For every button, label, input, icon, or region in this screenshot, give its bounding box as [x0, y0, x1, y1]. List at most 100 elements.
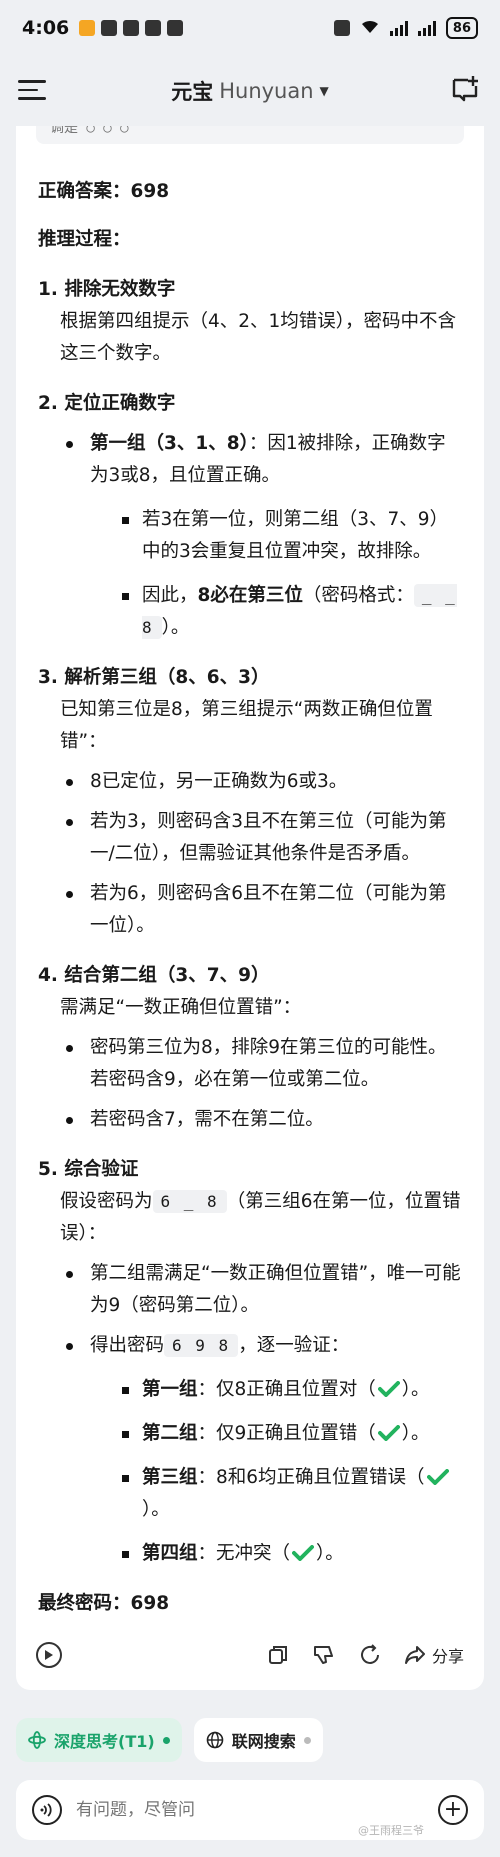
bullet-text: （密码格式：	[302, 585, 414, 606]
web-search-toggle[interactable]: 联网搜索	[193, 1718, 323, 1762]
app-title: 元宝	[171, 80, 214, 104]
app-notification-icon	[79, 20, 96, 36]
check-icon	[292, 1545, 315, 1561]
menu-icon[interactable]	[18, 80, 46, 100]
final-label: 最终密码：	[38, 1593, 131, 1614]
bullet-text: ：无冲突（	[197, 1543, 291, 1564]
inline-code: 6 9 8	[164, 1334, 239, 1357]
bullet-text: ）。	[401, 1423, 430, 1444]
new-chat-icon[interactable]	[450, 74, 480, 104]
bullet-text: ：8和6均正确且位置错误（	[197, 1467, 425, 1488]
step-5: 5. 综合验证 假设密码为 6 _ 8 （第三组6在第一位，位置错误）： 第二组需满…	[38, 1154, 464, 1570]
process-heading: 推理过程：	[38, 229, 131, 250]
message-input[interactable]	[76, 1800, 424, 1820]
thumbs-down-icon[interactable]	[312, 1643, 336, 1667]
step-body: 假设密码为 6 _ 8 （第三组6在第一位，位置错误）：	[38, 1186, 464, 1250]
list-item: 第一组（3、1、8）：因1被排除，正确数字为3或8，且位置正确。 若3在第一位，…	[60, 428, 464, 644]
bullet-list: 第一组（3、1、8）：因1被排除，正确数字为3或8，且位置正确。 若3在第一位，…	[38, 428, 464, 644]
bullet-tag: 第四组	[142, 1543, 198, 1564]
final-answer-line: 最终密码：698	[38, 1588, 464, 1620]
step-body: 需满足“一数正确但位置错”：	[60, 997, 302, 1018]
watermark: @王雨程三爷	[358, 1824, 424, 1837]
atom-icon	[28, 1731, 46, 1749]
play-audio-icon[interactable]	[36, 1642, 62, 1668]
code-block-tail: 调是 ○ ○ ○	[36, 126, 464, 144]
bullet-tag: 第二组	[142, 1423, 198, 1444]
step-text: 假设密码为	[60, 1191, 153, 1212]
step-body: 已知第三位是8，第三组提示“两数正确但位置错”：	[60, 699, 433, 752]
signal-icon-2	[417, 20, 436, 36]
copy-icon[interactable]	[266, 1643, 290, 1667]
mode-chips: 深度思考(T1) 联网搜索	[16, 1718, 323, 1762]
step-3: 3. 解析第三组（8、6、3） 已知第三位是8，第三组提示“两数正确但位置错”：…	[38, 662, 464, 942]
voice-input-icon[interactable]	[32, 1795, 62, 1825]
sub-bullet-list: 第一组：仅8正确且位置对（ ）。 第二组：仅9正确且位置错（ ）。 第三组：8和6均…	[90, 1374, 464, 1570]
vibrate-icon	[333, 20, 350, 36]
action-icons: 分享	[266, 1643, 464, 1667]
list-item: 若密码含7，需不在第二位。	[60, 1104, 464, 1136]
share-button[interactable]: 分享	[404, 1643, 464, 1667]
web-search-label: 联网搜索	[231, 1732, 296, 1751]
model-name: Hunyuan	[219, 79, 314, 103]
message-actions: 分享	[16, 1620, 484, 1690]
list-item: 若3在第一位，则第二组（3、7、9）中的3会重复且位置冲突，故排除。	[120, 504, 464, 568]
list-item: 密码第三位为8，排除9在第三位的可能性。若密码含9，必在第一位或第二位。	[60, 1032, 464, 1096]
notification-icons	[79, 20, 184, 36]
bluetooth-icon	[145, 20, 162, 36]
status-bar: 4:06 86	[0, 0, 500, 56]
sub-bullet-list: 若3在第一位，则第二组（3、7、9）中的3会重复且位置冲突，故排除。 因此，8必…	[90, 504, 464, 644]
bullet-list: 8已定位，另一正确数为6或3。 若为3，则密码含3且不在第三位（可能为第一/二位…	[38, 766, 464, 942]
signal-icon	[389, 20, 408, 36]
bullet-text: ）。	[316, 1543, 344, 1564]
step-title: 4. 结合第二组（3、7、9）	[38, 965, 270, 986]
bullet-text: ）。	[142, 1499, 170, 1520]
step-title: 5. 综合验证	[38, 1159, 139, 1180]
answer-value: 698	[130, 181, 170, 202]
bullet-text: 因此，	[142, 585, 198, 606]
check-icon	[426, 1469, 449, 1485]
step-title: 1. 排除无效数字	[38, 279, 176, 300]
step-2: 2. 定位正确数字 第一组（3、1、8）：因1被排除，正确数字为3或8，且位置正…	[38, 388, 464, 644]
status-right: 86	[333, 17, 478, 39]
final-value: 698	[130, 1593, 170, 1614]
bullet-tag: 8必在第三位	[197, 585, 303, 606]
regenerate-icon[interactable]	[358, 1643, 382, 1667]
nfc-icon	[123, 20, 140, 36]
list-item: 第三组：8和6均正确且位置错误（ ）。	[120, 1462, 464, 1526]
share-icon	[404, 1646, 425, 1664]
face-icon	[101, 20, 118, 36]
bullet-text: ）。	[161, 617, 190, 638]
list-item: 第四组：无冲突（ ）。	[120, 1538, 464, 1570]
add-attachment-icon[interactable]: +	[438, 1795, 468, 1825]
step-4: 4. 结合第二组（3、7、9） 需满足“一数正确但位置错”： 密码第三位为8，排…	[38, 960, 464, 1136]
list-item: 第一组：仅8正确且位置对（ ）。	[120, 1374, 464, 1406]
battery-indicator: 86	[445, 17, 478, 39]
deep-think-label: 深度思考(T1)	[54, 1732, 155, 1751]
bullet-text: ，逐一验证：	[238, 1335, 350, 1356]
bullet-list: 密码第三位为8，排除9在第三位的可能性。若密码含9，必在第一位或第二位。 若密码…	[38, 1032, 464, 1136]
correct-answer-line: 正确答案：698	[38, 176, 464, 208]
location-icon	[167, 20, 184, 36]
status-time: 4:06	[22, 17, 70, 39]
list-item: 因此，8必在第三位（密码格式： _ _ 8）。	[120, 580, 464, 644]
top-nav: 元宝 Hunyuan ▼	[0, 56, 500, 126]
list-item: 8已定位，另一正确数为6或3。	[60, 766, 464, 798]
globe-icon	[206, 1731, 223, 1749]
list-item: 若为6，则密码含6且不在第二位（可能为第一位）。	[60, 878, 464, 942]
bullet-text: ：仅8正确且位置对（	[197, 1379, 376, 1400]
list-item: 得出密码 6 9 8 ，逐一验证： 第一组：仅8正确且位置对（ ）。 第二组：仅9正确…	[60, 1330, 464, 1570]
list-item: 若为3，则密码含3且不在第三位（可能为第一/二位），但需验证其他条件是否矛盾。	[60, 806, 464, 870]
list-item: 第二组需满足“一数正确但位置错”，唯一可能为9（密码第二位）。	[60, 1258, 464, 1322]
active-dot	[162, 1736, 170, 1744]
check-icon	[377, 1425, 400, 1441]
step-title: 2. 定位正确数字	[38, 393, 176, 414]
answer-label: 正确答案：	[38, 181, 131, 202]
check-icon	[377, 1381, 400, 1397]
bullet-text: ）。	[401, 1379, 430, 1400]
inactive-dot	[303, 1736, 311, 1744]
deep-think-toggle[interactable]: 深度思考(T1)	[16, 1718, 182, 1762]
answer-card: 调是 ○ ○ ○ 正确答案：698 推理过程： 1. 排除无效数字 根据第四组提…	[16, 126, 484, 1690]
list-item: 第二组：仅9正确且位置错（ ）。	[120, 1418, 464, 1450]
chevron-down-icon: ▼	[319, 84, 329, 98]
model-selector[interactable]: 元宝 Hunyuan ▼	[171, 76, 329, 106]
